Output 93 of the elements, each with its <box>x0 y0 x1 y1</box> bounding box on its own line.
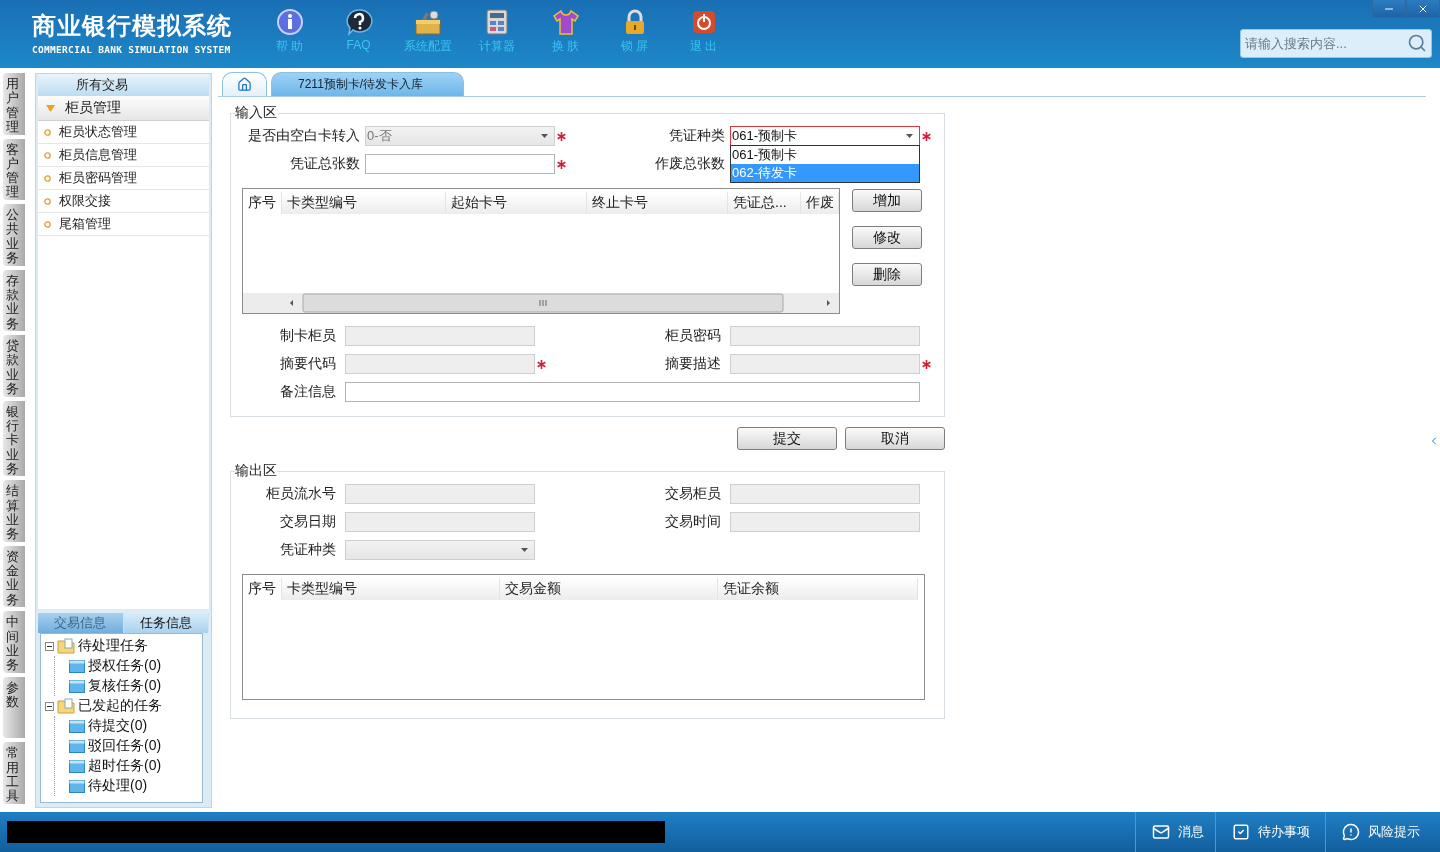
group-header[interactable]: 柜员管理 <box>38 96 209 121</box>
bullet-icon <box>44 128 51 136</box>
status-button[interactable]: 消息 <box>1135 812 1215 852</box>
column-header: 凭证余额 <box>718 578 918 600</box>
side-tab[interactable]: 资金业务 <box>3 545 25 608</box>
toolbox-icon <box>413 8 442 36</box>
tree-item[interactable]: 待提交(0) <box>88 717 148 735</box>
app-subtitle: COMMERCIAL BANK SIMULATION SYSTEM <box>32 44 232 55</box>
caret-icon <box>541 134 548 138</box>
sidebar-title: 所有交易 <box>38 74 209 96</box>
info-icon <box>275 8 304 36</box>
field-label: 交易时间 <box>664 513 722 531</box>
tree-item[interactable]: 复核任务(0) <box>88 677 162 695</box>
folder-icon <box>69 659 85 673</box>
question-bubble-icon <box>344 8 373 36</box>
side-tab[interactable]: 银行卡业务 <box>3 400 25 477</box>
side-tab[interactable]: 常用工具 <box>3 742 25 804</box>
status-button[interactable]: 待办事项 <box>1215 812 1325 852</box>
folder-icon <box>57 638 75 654</box>
column-header: 卡类型编号 <box>282 192 446 214</box>
field-label: 摘要代码 <box>279 355 337 373</box>
table-button[interactable]: 删除 <box>852 263 922 286</box>
folder-icon <box>69 719 85 733</box>
tree-item[interactable]: 授权任务(0) <box>88 657 162 675</box>
page-tab[interactable]: 7211预制卡/待发卡入库 <box>271 72 465 96</box>
tree-item[interactable]: 驳回任务(0) <box>88 737 162 755</box>
caret-icon <box>906 134 913 138</box>
folder-icon <box>69 739 85 753</box>
side-tab[interactable]: 客户管理 <box>3 138 25 201</box>
collapse-icon[interactable] <box>45 641 54 651</box>
table-button[interactable]: 增加 <box>852 189 922 212</box>
field-label: 凭证种类 <box>279 541 337 559</box>
panel-tab[interactable]: 任务信息 <box>123 613 209 633</box>
tree-item[interactable]: 待处理(0) <box>88 777 148 795</box>
close-button[interactable] <box>1406 0 1440 18</box>
side-tab[interactable]: 存款业务 <box>3 269 25 332</box>
table-button[interactable]: 修改 <box>852 226 922 249</box>
text-field[interactable] <box>345 382 920 402</box>
bullet-icon <box>44 174 51 182</box>
column-header: 凭证总... <box>728 192 801 214</box>
field-label: 制卡柜员 <box>279 327 337 345</box>
field-label: 备注信息 <box>279 383 337 401</box>
side-tab[interactable]: 结算业务 <box>3 480 25 542</box>
select-field[interactable]: 061-预制卡 <box>730 126 920 146</box>
column-header: 起始卡号 <box>446 192 587 214</box>
checkbox-icon <box>1232 823 1250 841</box>
search-field[interactable]: 请输入搜索内容... <box>1240 29 1432 58</box>
status-button[interactable]: 风险提示 <box>1325 812 1440 852</box>
folder-icon <box>69 759 85 773</box>
minimize-button[interactable] <box>1372 0 1406 18</box>
home-tab[interactable] <box>222 72 267 96</box>
bullet-icon <box>44 197 51 205</box>
field-label: 摘要描述 <box>664 355 722 373</box>
side-tab[interactable]: 参数 <box>3 676 25 739</box>
text-field[interactable] <box>365 154 555 174</box>
field-label: 柜员密码 <box>664 327 722 345</box>
field-label: 是否由空白卡转入 <box>247 127 361 145</box>
field-label: 作废总张数 <box>654 155 726 173</box>
field-label: 凭证种类 <box>668 127 726 145</box>
column-header: 交易金额 <box>500 578 718 600</box>
bullet-icon <box>44 220 51 228</box>
caret-icon <box>521 548 528 552</box>
horizontal-scrollbar[interactable] <box>243 293 839 313</box>
action-button[interactable]: 提交 <box>737 427 837 450</box>
app-title: 商业银行模拟系统 <box>32 12 233 40</box>
warning-bubble-icon <box>1342 823 1360 841</box>
section-title: 输入区 <box>235 104 277 122</box>
search-icon <box>1407 33 1427 53</box>
tree-item[interactable]: 已发起的任务 <box>78 697 162 715</box>
column-header: 卡类型编号 <box>282 578 500 600</box>
folder-icon <box>57 698 75 714</box>
action-button[interactable]: 取消 <box>845 427 945 450</box>
field-label: 柜员流水号 <box>265 485 337 503</box>
t-shirt-icon <box>551 8 580 36</box>
side-tab[interactable]: 贷款业务 <box>3 335 25 397</box>
field-label: 交易日期 <box>279 513 337 531</box>
folder-icon <box>69 679 85 693</box>
section-title: 输出区 <box>235 462 277 480</box>
home-icon <box>237 77 252 92</box>
folder-icon <box>69 779 85 793</box>
close-icon <box>441 79 452 90</box>
field-label: 交易柜员 <box>664 485 722 503</box>
side-tab[interactable]: 公共业务 <box>3 204 25 266</box>
field-label: 凭证总张数 <box>289 155 361 173</box>
column-header: 终止卡号 <box>587 192 728 214</box>
envelope-icon <box>1152 823 1170 841</box>
collapse-icon[interactable] <box>45 701 54 711</box>
column-header: 作废 <box>801 192 839 214</box>
tree-item[interactable]: 超时任务(0) <box>88 757 162 775</box>
side-tab[interactable]: 中间业务 <box>3 611 25 673</box>
bullet-icon <box>44 151 51 159</box>
side-tab[interactable]: 用户管理 <box>3 73 25 135</box>
tree-item[interactable]: 待处理任务 <box>78 637 148 655</box>
